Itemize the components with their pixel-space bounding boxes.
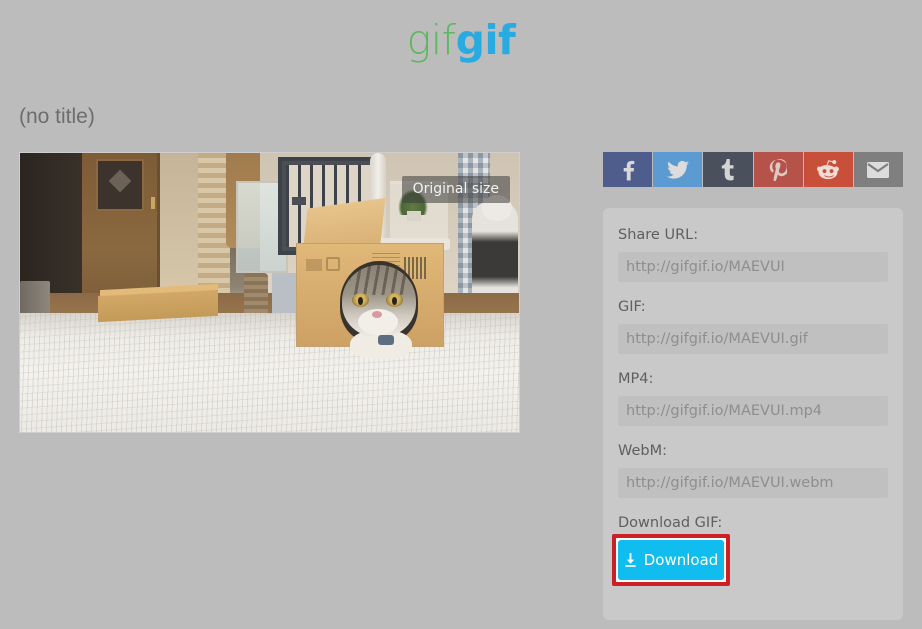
download-button-zone: Download	[612, 534, 730, 588]
input-share-url[interactable]	[618, 252, 888, 282]
field-download: Download GIF: Download	[612, 514, 888, 588]
stair-gate-latch	[292, 197, 306, 205]
share-button-tumblr[interactable]	[703, 152, 753, 187]
field-label-share-url: Share URL:	[618, 227, 699, 243]
input-mp4-url[interactable]	[618, 396, 888, 426]
door-knob	[151, 197, 155, 209]
cat-pupil-left	[358, 297, 363, 305]
pinterest-icon	[769, 158, 788, 181]
input-gif-url[interactable]	[618, 324, 888, 354]
cat-pupil-right	[392, 297, 397, 305]
box-print-icon	[326, 257, 340, 271]
download-button-label: Download	[643, 551, 719, 569]
field-share-url: Share URL:	[618, 226, 888, 282]
download-button[interactable]: Download	[618, 540, 724, 580]
field-label-webm: WebM:	[618, 443, 668, 459]
original-size-badge[interactable]: Original size	[401, 176, 510, 203]
field-mp4-url: MP4:	[618, 370, 888, 426]
share-button-twitter[interactable]	[653, 152, 703, 187]
share-button-facebook[interactable]	[603, 152, 653, 187]
field-webm-url: WebM:	[618, 442, 888, 498]
input-webm-url[interactable]	[618, 468, 888, 498]
share-button-reddit[interactable]	[803, 152, 853, 187]
envelope-icon	[866, 161, 890, 179]
share-details-panel: Share URL: GIF: MP4: WebM: Download GIF:	[603, 208, 903, 620]
cat-nose	[372, 311, 382, 318]
plant-pot	[407, 211, 421, 221]
page-title: (no title)	[19, 105, 95, 128]
site-logo[interactable]: gifgif	[0, 16, 922, 64]
cat-collar	[378, 335, 394, 345]
download-icon	[624, 552, 637, 568]
page-root: gifgif (no title) Original size Share UR…	[0, 0, 922, 629]
site-header: gifgif	[0, 0, 922, 86]
field-label-download: Download GIF:	[618, 515, 723, 531]
reddit-icon	[817, 159, 840, 180]
box-print-label	[306, 259, 322, 271]
share-button-email[interactable]	[853, 152, 904, 187]
gif-viewer[interactable]: Original size	[19, 152, 520, 433]
twitter-icon	[666, 160, 689, 180]
facebook-icon	[619, 159, 637, 181]
logo-text-primary: gif	[406, 16, 456, 64]
shag-rug	[20, 313, 519, 432]
rug-texture	[20, 313, 519, 432]
share-button-pinterest[interactable]	[753, 152, 803, 187]
field-label-mp4: MP4:	[618, 371, 654, 387]
cat-fur-stripes	[350, 265, 408, 295]
tumblr-icon	[721, 158, 735, 181]
field-gif-url: GIF:	[618, 298, 888, 354]
share-buttons-row	[603, 152, 904, 187]
logo-text-secondary: gif	[455, 16, 516, 64]
field-label-gif: GIF:	[618, 299, 646, 315]
